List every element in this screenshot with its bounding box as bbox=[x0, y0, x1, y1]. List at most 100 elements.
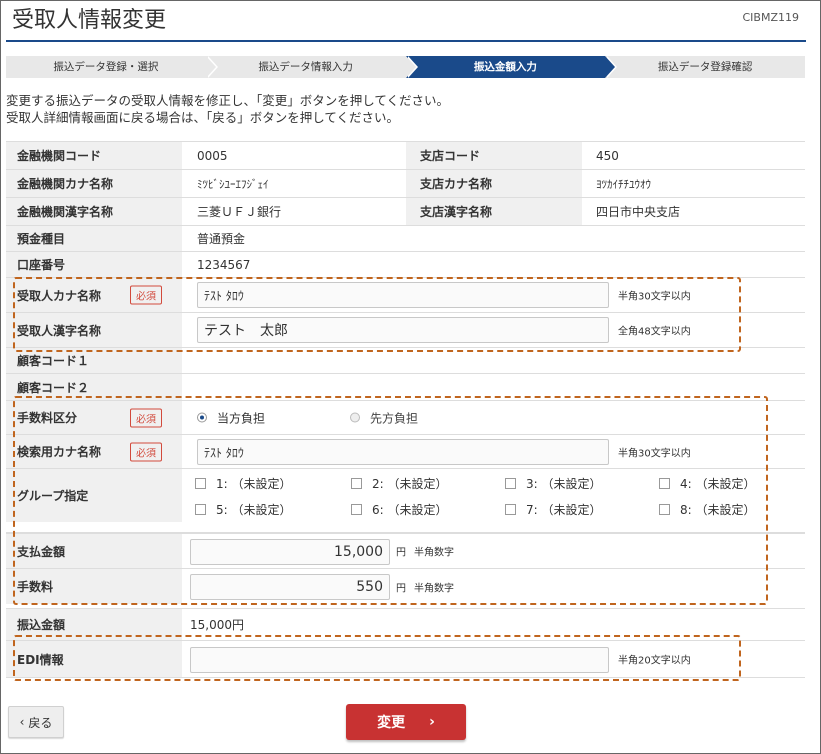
fee-amount-row: 手数料 550 円 半角数字 bbox=[6, 568, 805, 604]
change-button[interactable]: 変更 › bbox=[346, 704, 466, 740]
checkbox-icon bbox=[351, 504, 362, 515]
customer-code1-row: 顧客コード１ bbox=[6, 347, 805, 373]
fee-option-ours[interactable]: 当方負担 bbox=[197, 409, 265, 426]
search-kana-label: 検索用カナ名称 必須 bbox=[6, 435, 182, 468]
group-6-label: 6: （未設定） bbox=[372, 503, 448, 517]
step-3-current: 振込金額入力 bbox=[405, 56, 618, 78]
recipient-kanji-input[interactable]: テスト 太郎 bbox=[197, 317, 609, 343]
step-label: 振込データ情報入力 bbox=[258, 61, 353, 73]
recipient-kana-row: 受取人カナ名称 必須 ﾃｽﾄ ﾀﾛｳ 半角30文字以内 bbox=[6, 277, 805, 312]
deposit-type-label: 預金種目 bbox=[6, 226, 182, 251]
recipient-kana-note: 半角30文字以内 bbox=[618, 291, 691, 303]
screen-id: CIBMZ119 bbox=[742, 11, 800, 24]
step-label: 振込データ登録・選択 bbox=[53, 61, 159, 73]
account-number-label: 口座番号 bbox=[6, 252, 182, 277]
group-8-label: 8: （未設定） bbox=[680, 503, 756, 517]
group-5-label: 5: （未設定） bbox=[216, 503, 292, 517]
recipient-kana-input[interactable]: ﾃｽﾄ ﾀﾛｳ bbox=[197, 282, 609, 308]
fee-type-row: 手数料区分 必須 当方負担 先方負担 bbox=[6, 400, 805, 434]
checkbox-icon bbox=[195, 504, 206, 515]
customer-code2-row: 顧客コード２ bbox=[6, 373, 805, 400]
group-label: グループ指定 bbox=[6, 469, 182, 522]
customer-code1-label: 顧客コード１ bbox=[6, 348, 182, 373]
payment-amount-input[interactable]: 15,000 bbox=[190, 539, 390, 565]
customer-code2-label: 顧客コード２ bbox=[6, 374, 182, 400]
bank-code-value: 0005 bbox=[197, 148, 228, 163]
checkbox-icon bbox=[505, 504, 516, 515]
group-4-label: 4: （未設定） bbox=[680, 477, 756, 491]
title-divider bbox=[6, 40, 806, 42]
group-checkbox-8[interactable]: 8: （未設定） bbox=[659, 501, 756, 518]
group-3-label: 3: （未設定） bbox=[526, 477, 602, 491]
deposit-type-value: 普通預金 bbox=[197, 232, 246, 246]
account-number-value: 1234567 bbox=[197, 257, 251, 272]
group-checkbox-2[interactable]: 2: （未設定） bbox=[351, 475, 448, 492]
bank-kanji-value: 三菱ＵＦＪ銀行 bbox=[197, 205, 282, 219]
recipient-kanji-note: 全角48文字以内 bbox=[618, 326, 691, 338]
fee-option-theirs-label: 先方負担 bbox=[370, 411, 419, 425]
group-checkbox-6[interactable]: 6: （未設定） bbox=[351, 501, 448, 518]
group-checkbox-1[interactable]: 1: （未設定） bbox=[195, 475, 292, 492]
recipient-kana-label-text: 受取人カナ名称 bbox=[17, 288, 102, 303]
group-2-label: 2: （未設定） bbox=[372, 477, 448, 491]
step-2: 振込データ情報入力 bbox=[205, 56, 418, 78]
fee-type-label: 手数料区分 必須 bbox=[6, 401, 182, 434]
recipient-kanji-row: 受取人漢字名称 テスト 太郎 全角48文字以内 bbox=[6, 312, 805, 347]
bank-code-row: 金融機関コード 0005 支店コード 450 bbox=[6, 141, 805, 169]
checkbox-icon bbox=[195, 478, 206, 489]
instruction-line-2: 受取人詳細情報画面に戻る場合は、「戻る」ボタンを押してください。 bbox=[6, 110, 400, 125]
back-button[interactable]: ‹ 戻る bbox=[8, 706, 64, 738]
step-label: 振込データ登録確認 bbox=[657, 61, 753, 73]
group-7-label: 7: （未設定） bbox=[526, 503, 602, 517]
instruction-line-1: 変更する振込データの受取人情報を修正し、「変更」ボタンを押してください。 bbox=[6, 93, 450, 108]
branch-kanji-label: 支店漢字名称 bbox=[406, 198, 582, 225]
fee-amount-unit: 円 bbox=[396, 583, 406, 594]
radio-unselected-icon bbox=[350, 412, 360, 423]
branch-kana-label: 支店カナ名称 bbox=[406, 170, 582, 197]
search-kana-label-text: 検索用カナ名称 bbox=[17, 445, 102, 459]
required-badge: 必須 bbox=[130, 408, 162, 427]
step-4: 振込データ登録確認 bbox=[605, 56, 805, 78]
group-checkbox-7[interactable]: 7: （未設定） bbox=[505, 501, 602, 518]
checkbox-icon bbox=[659, 478, 670, 489]
bank-kanji-row: 金融機関漢字名称 三菱ＵＦＪ銀行 支店漢字名称 四日市中央支店 bbox=[6, 197, 805, 225]
required-badge: 必須 bbox=[130, 442, 162, 461]
fee-amount-input[interactable]: 550 bbox=[190, 574, 390, 600]
edi-note: 半角20文字以内 bbox=[618, 655, 691, 667]
branch-code-label: 支店コード bbox=[406, 142, 582, 169]
group-checkbox-5[interactable]: 5: （未設定） bbox=[195, 501, 292, 518]
fee-type-label-text: 手数料区分 bbox=[17, 411, 78, 425]
page-title: 受取人情報変更 bbox=[12, 8, 167, 33]
edi-label: EDI情報 bbox=[6, 641, 182, 677]
payment-amount-row: 支払金額 15,000 円 半角数字 bbox=[6, 532, 805, 568]
transfer-amount-label: 振込金額 bbox=[6, 609, 182, 640]
checkbox-icon bbox=[659, 504, 670, 515]
transfer-amount-value: 15,000円 bbox=[190, 618, 244, 632]
edi-row: EDI情報 半角20文字以内 bbox=[6, 640, 805, 678]
change-button-label: 変更 bbox=[377, 715, 406, 731]
search-kana-row: 検索用カナ名称 必須 ﾃｽﾄ ﾀﾛｳ 半角30文字以内 bbox=[6, 434, 805, 468]
fee-amount-note: 半角数字 bbox=[414, 583, 454, 594]
group-checkbox-3[interactable]: 3: （未設定） bbox=[505, 475, 602, 492]
payment-amount-unit: 円 bbox=[396, 547, 406, 559]
bank-kana-row: 金融機関カナ名称 ﾐﾂﾋﾞｼﾕｰｴﾌｼﾞｪｲ 支店カナ名称 ﾖﾂｶｲﾁﾁﾕｳｵｳ bbox=[6, 169, 805, 197]
search-kana-input[interactable]: ﾃｽﾄ ﾀﾛｳ bbox=[197, 439, 609, 465]
back-button-label: 戻る bbox=[28, 715, 53, 730]
branch-kanji-value: 四日市中央支店 bbox=[596, 205, 681, 219]
payment-amount-note: 半角数字 bbox=[414, 547, 454, 559]
edi-input[interactable] bbox=[190, 647, 609, 673]
transfer-amount-row: 振込金額 15,000円 bbox=[6, 608, 805, 640]
checkbox-icon bbox=[505, 478, 516, 489]
payment-amount-label: 支払金額 bbox=[6, 534, 182, 568]
step-label: 振込金額入力 bbox=[473, 61, 537, 73]
group-checkbox-4[interactable]: 4: （未設定） bbox=[659, 475, 756, 492]
deposit-type-row: 預金種目 普通預金 bbox=[6, 225, 805, 251]
chevron-right-icon: › bbox=[429, 714, 435, 730]
search-kana-note: 半角30文字以内 bbox=[618, 448, 691, 459]
fee-option-theirs[interactable]: 先方負担 bbox=[350, 409, 418, 426]
bank-code-label: 金融機関コード bbox=[6, 142, 182, 169]
bank-kana-value: ﾐﾂﾋﾞｼﾕｰｴﾌｼﾞｪｲ bbox=[197, 177, 269, 191]
recipient-kana-label: 受取人カナ名称 必須 bbox=[6, 278, 182, 312]
radio-selected-icon bbox=[197, 412, 207, 423]
bank-kanji-label: 金融機関漢字名称 bbox=[6, 198, 182, 225]
